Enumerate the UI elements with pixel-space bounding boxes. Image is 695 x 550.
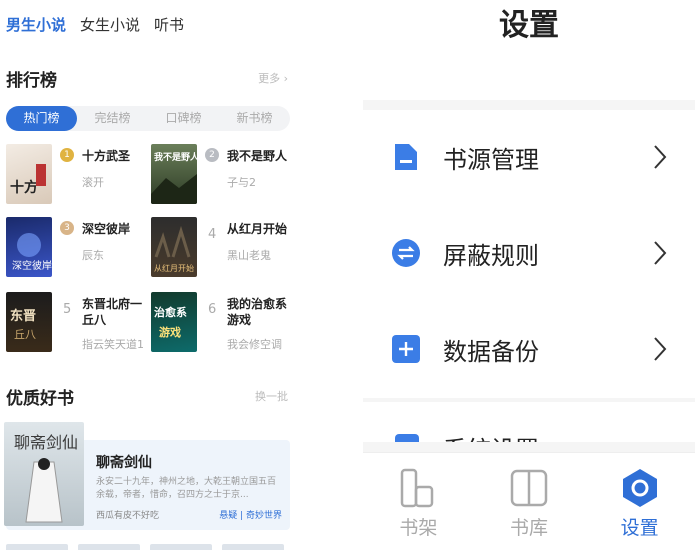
featured-book-tags[interactable]: 悬疑 | 奇妙世界: [219, 508, 282, 521]
nav-library[interactable]: 书库: [474, 453, 585, 550]
book-author: 辰东: [82, 249, 104, 262]
rank-item[interactable]: 治愈系游戏 6 我的治愈系游戏 我会修空调: [151, 292, 296, 352]
system-settings-icon: [395, 434, 419, 442]
rank-item[interactable]: 我不是野人 2 我不是野人 子与2: [151, 144, 296, 204]
plus-icon: [392, 335, 420, 363]
settings-list: 书源管理 屏蔽规则 数据备份: [363, 110, 695, 398]
svg-text:游戏: 游戏: [159, 325, 181, 339]
book-thumb[interactable]: [6, 544, 68, 550]
quality-books-title: 优质好书: [6, 389, 74, 409]
book-cover: 从红月开始: [151, 217, 197, 277]
rank-number: 5: [63, 302, 72, 317]
book-author: 黑山老鬼: [227, 249, 271, 262]
tab-female-novels[interactable]: 女生小说: [80, 14, 140, 35]
chevron-right-icon: [654, 337, 667, 361]
book-title: 十方武圣: [82, 149, 131, 163]
setting-block-rules[interactable]: 屏蔽规则: [363, 206, 695, 302]
settings-icon: [622, 469, 657, 507]
svg-text:治愈系: 治愈系: [154, 305, 187, 319]
document-icon: [395, 144, 417, 170]
svg-text:丘八: 丘八: [14, 328, 36, 341]
ranking-more-link[interactable]: 更多 ›: [258, 70, 288, 86]
book-cover: 我不是野人: [151, 144, 197, 204]
ranking-tabs: 热门榜 完结榜 口碑榜 新书榜: [6, 106, 290, 131]
svg-text:十方: 十方: [10, 179, 38, 196]
setting-label: 屏蔽规则: [443, 242, 539, 270]
tab-reputation[interactable]: 口碑榜: [148, 106, 219, 131]
book-cover: 东晋 丘八: [6, 292, 52, 352]
book-author: 滚开: [82, 176, 104, 189]
book-thumb[interactable]: [222, 544, 284, 550]
setting-label: 系统设置: [443, 430, 539, 442]
setting-data-backup[interactable]: 数据备份: [363, 302, 695, 398]
book-thumb[interactable]: [78, 544, 140, 550]
bookstore-panel: 男生小说 女生小说 听书 排行榜 更多 › 热门榜 完结榜 口碑榜 新书榜 十方…: [0, 0, 300, 550]
book-author: 指云笑天道1: [82, 338, 144, 351]
nav-label: 书架: [399, 517, 438, 539]
chevron-right-icon: [654, 241, 667, 265]
svg-text:我不是野人: 我不是野人: [154, 151, 197, 163]
nav-settings[interactable]: 设置: [584, 453, 695, 550]
refresh-batch-link[interactable]: 换一批: [255, 388, 288, 404]
book-cover: 深空彼岸: [6, 217, 52, 277]
rank-item[interactable]: 从红月开始 4 从红月开始 黑山老鬼: [151, 217, 296, 277]
featured-book-author: 西瓜有皮不好吃: [96, 511, 160, 521]
svg-text:从红月开始: 从红月开始: [154, 263, 194, 273]
setting-book-source[interactable]: 书源管理: [363, 110, 695, 206]
nav-label: 设置: [620, 517, 659, 539]
more-books-row: [6, 544, 284, 550]
rank-number: 6: [208, 302, 217, 317]
bookshelf-icon: [401, 468, 434, 508]
book-author: 我会修空调: [227, 338, 282, 351]
tab-audiobooks[interactable]: 听书: [154, 14, 184, 35]
category-tabs: 男生小说 女生小说 听书: [6, 14, 184, 35]
book-cover: 十方: [6, 144, 52, 204]
rank-number: 4: [208, 227, 217, 242]
tab-new[interactable]: 新书榜: [219, 106, 290, 131]
rank-item[interactable]: 十方 1 十方武圣 滚开: [6, 144, 151, 204]
featured-book-cover[interactable]: 聊斋剑仙: [4, 422, 84, 526]
book-title: 从红月开始: [227, 222, 288, 236]
tab-hot[interactable]: 热门榜: [6, 106, 77, 131]
book-title: 我不是野人: [227, 149, 288, 163]
book-title: 深空彼岸: [82, 222, 131, 236]
featured-book-title: 聊斋剑仙: [96, 455, 152, 471]
setting-label: 数据备份: [443, 338, 539, 366]
book-title: 东晋北府一丘八: [82, 297, 143, 327]
featured-book-description: 永安二十九年，神州之地，大乾王朝立国五百余载，帝者，惜命，召四方之士于京...: [96, 477, 277, 500]
book-title: 我的治愈系游戏: [227, 297, 288, 327]
bottom-nav: 书架 书库 设置: [363, 452, 695, 550]
book-cover: 治愈系 游戏: [151, 292, 197, 352]
setting-system[interactable]: 系统设置: [363, 402, 695, 442]
svg-text:深空彼岸: 深空彼岸: [12, 259, 52, 272]
ranking-title: 排行榜: [6, 71, 57, 91]
nav-label: 书库: [510, 517, 549, 539]
book-thumb[interactable]: [150, 544, 212, 550]
rank-item[interactable]: 深空彼岸 3 深空彼岸 辰东: [6, 217, 151, 277]
svg-text:聊斋剑仙: 聊斋剑仙: [14, 433, 78, 452]
rank-item[interactable]: 东晋丘八 5 东晋北府一丘八 指云笑天道1: [6, 292, 151, 352]
setting-label: 书源管理: [443, 146, 539, 174]
nav-bookshelf[interactable]: 书架: [363, 453, 474, 550]
bronze-medal-icon: 3: [60, 221, 74, 235]
svg-text:东晋: 东晋: [10, 308, 36, 324]
settings-panel: 设置 书源管理 屏蔽规则 数据备份 书架 书库 设置: [363, 0, 695, 550]
tab-male-novels[interactable]: 男生小说: [6, 14, 66, 35]
chevron-right-icon: [654, 145, 667, 169]
book-author: 子与2: [227, 176, 256, 189]
swap-icon: [392, 239, 420, 267]
page-title: 设置: [363, 0, 695, 100]
gold-medal-icon: 1: [60, 148, 74, 162]
tab-completed[interactable]: 完结榜: [77, 106, 148, 131]
library-icon: [510, 469, 548, 507]
silver-medal-icon: 2: [205, 148, 219, 162]
